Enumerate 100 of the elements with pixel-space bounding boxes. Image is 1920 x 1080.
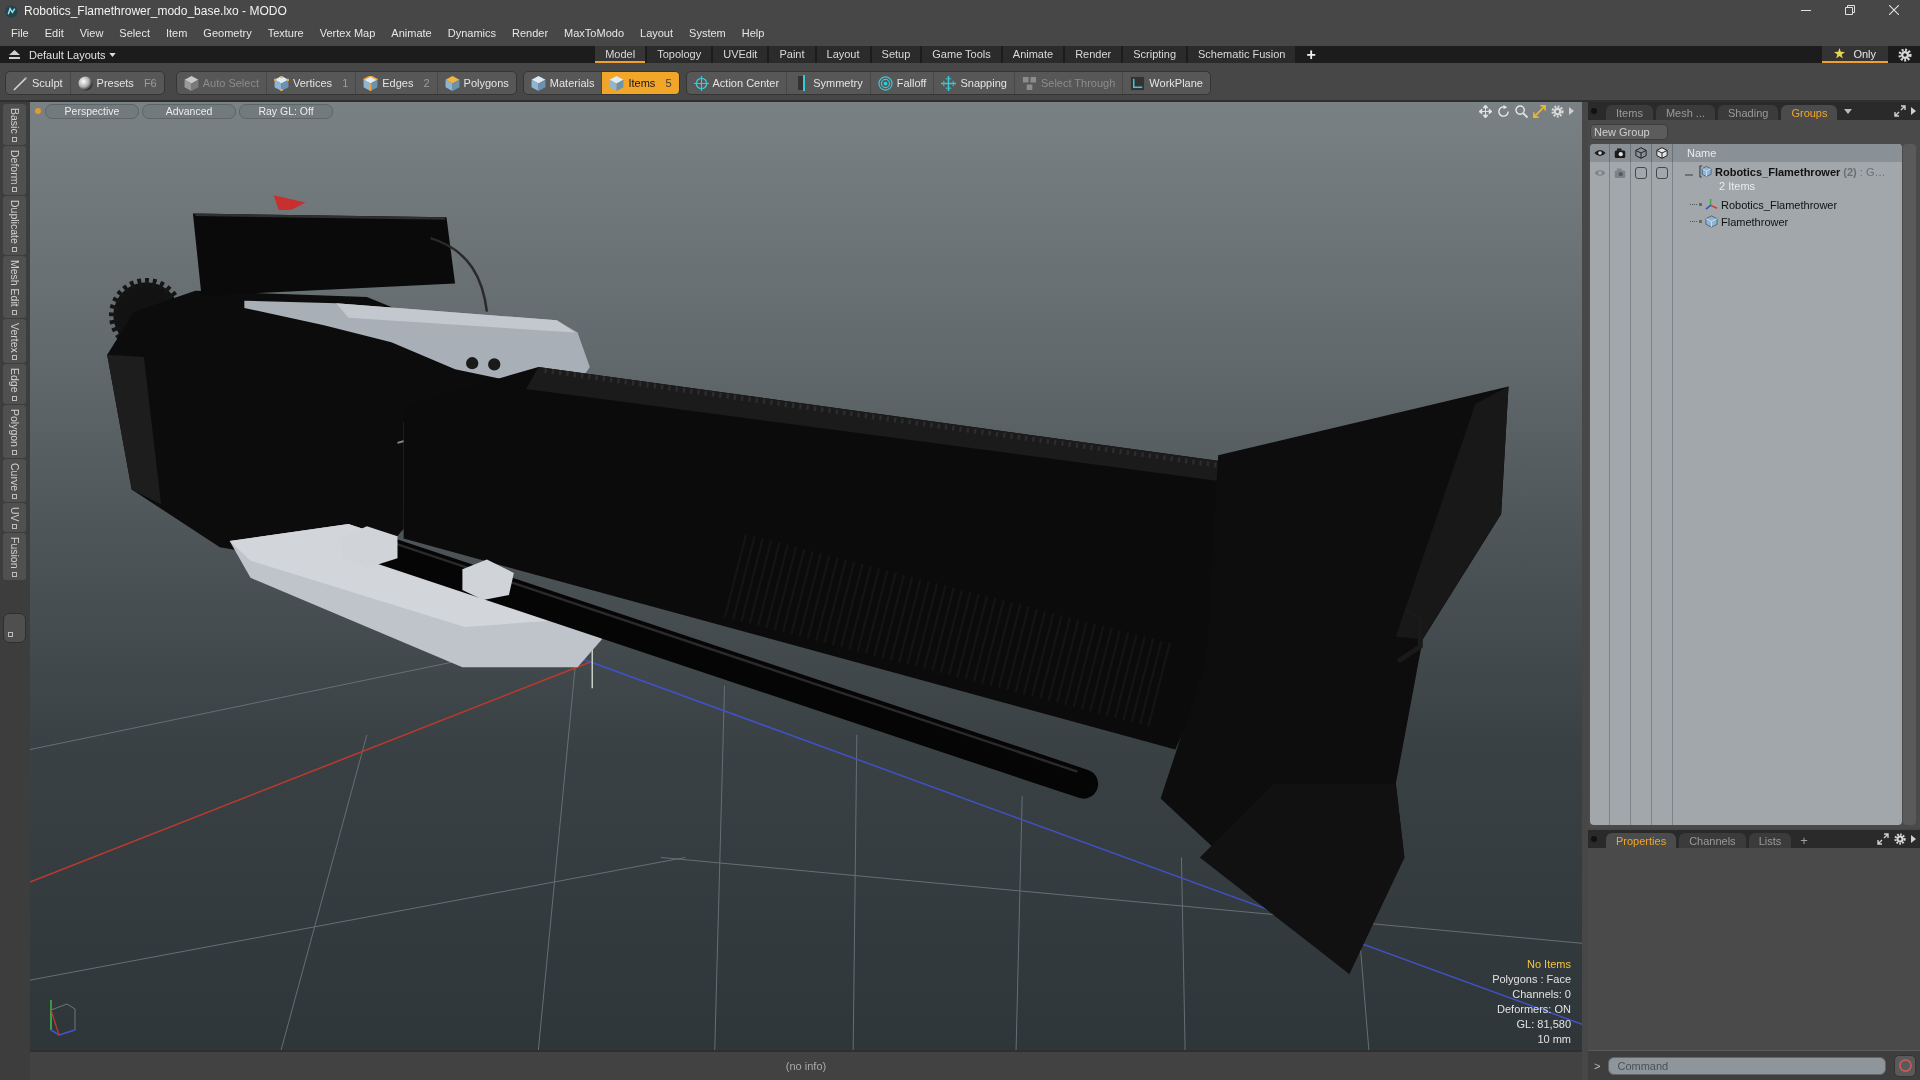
record-button[interactable] (1894, 1054, 1916, 1077)
layout-tab[interactable]: Model (595, 46, 646, 63)
side-panel-button[interactable] (3, 613, 26, 643)
rotate-icon[interactable] (1497, 104, 1510, 118)
menu-item[interactable]: Edit (36, 27, 72, 39)
close-icon (1889, 5, 1899, 15)
side-tab[interactable]: Curve (3, 458, 26, 502)
status-dot-icon (35, 108, 41, 114)
side-tab[interactable]: Vertex (3, 318, 26, 364)
toolbar-button[interactable]: Materials (523, 72, 602, 94)
menu-item[interactable]: Geometry (195, 27, 260, 39)
menu-item[interactable]: System (681, 27, 734, 39)
layout-tab[interactable]: Game Tools (922, 46, 1001, 63)
menu-item[interactable]: Dynamics (439, 27, 504, 39)
side-tab[interactable]: Duplicate (3, 196, 26, 255)
toolbar-button[interactable]: Action Center (686, 72, 787, 94)
item-name[interactable]: Robotics_Flamethrower (1721, 198, 1838, 211)
layout-tab[interactable]: UVEdit (713, 46, 768, 63)
cube-outline-icon[interactable] (1635, 147, 1647, 159)
item-name[interactable]: Flamethrower (1721, 215, 1789, 228)
arrow-up-icon[interactable] (9, 49, 20, 60)
cube-icon (183, 75, 199, 91)
menu-item[interactable]: MaxToModo (556, 27, 632, 39)
side-tab[interactable]: Polygon (3, 404, 26, 458)
menu-item[interactable]: Texture (259, 27, 312, 39)
axis-gizmo-icon (47, 1000, 77, 1036)
layout-tab[interactable]: Topology (647, 46, 712, 63)
expand-icon[interactable] (1877, 833, 1889, 845)
toolbar-button[interactable]: Snapping (933, 72, 1014, 94)
caret-icon[interactable] (1844, 108, 1853, 114)
toolbar-button[interactable]: Vertices 1 (266, 72, 356, 94)
command-field[interactable]: Command (1608, 1056, 1887, 1075)
viewport-info-text: No Items (1526, 957, 1571, 972)
move-icon[interactable] (1479, 104, 1492, 118)
tree-branch-icon (1690, 202, 1702, 207)
menu-item[interactable]: Vertex Map (311, 27, 384, 39)
grid-corner-icon (1130, 75, 1146, 91)
star-icon (1834, 48, 1846, 59)
layout-tab[interactable]: Schematic Fusion (1188, 46, 1296, 63)
panel-tab[interactable]: Items (1606, 105, 1653, 120)
side-tab[interactable]: Fusion (3, 533, 26, 580)
eye-icon[interactable] (1593, 147, 1606, 159)
viewport-option-button[interactable]: Advanced (142, 103, 236, 119)
layout-tab[interactable]: Render (1065, 46, 1122, 63)
toolbar-button[interactable]: Presets F6 (69, 72, 164, 94)
settings-icon[interactable] (1898, 47, 1912, 62)
toolbar-button[interactable]: Sculpt (6, 72, 70, 94)
side-tab[interactable]: Basic (3, 104, 26, 145)
arrow-right-icon[interactable] (1911, 107, 1916, 115)
scrollbar[interactable] (1903, 144, 1916, 825)
panel-tab[interactable]: Properties (1606, 833, 1677, 848)
panel-tab[interactable]: Channels (1679, 833, 1746, 848)
viewport-option-button[interactable]: Ray GL: Off (239, 103, 333, 119)
settings-icon[interactable] (1894, 833, 1906, 845)
menu-item[interactable]: Select (111, 27, 158, 39)
toolbar-button[interactable]: Items 5 (601, 72, 679, 94)
concentric-circles-icon (877, 75, 893, 91)
group-name[interactable]: Robotics_Flamethrower (1715, 165, 1841, 178)
menu-item[interactable]: View (71, 27, 112, 39)
arrow-right-icon[interactable] (1911, 835, 1916, 843)
side-tab[interactable]: Edge (3, 364, 26, 404)
layout-tab[interactable]: Paint (769, 46, 815, 63)
new-group-button[interactable]: New Group (1590, 124, 1668, 140)
panel-tab[interactable]: Mesh ... (1655, 105, 1716, 120)
expand-icon[interactable] (1894, 105, 1906, 117)
toolbar-button[interactable]: Polygons (436, 72, 516, 94)
menu-item[interactable]: Animate (383, 27, 440, 39)
side-tab[interactable]: Mesh Edit (3, 255, 26, 318)
panel-tab[interactable]: Lists (1748, 833, 1792, 848)
menu-item[interactable]: Render (504, 27, 557, 39)
menu-item[interactable]: Help (733, 27, 773, 39)
add-tab-button[interactable]: + (1297, 46, 1325, 63)
toolbar-button[interactable]: WorkPlane (1122, 72, 1210, 94)
layout-tab[interactable]: Layout (816, 46, 870, 63)
layout-dropdown[interactable]: Default Layouts (29, 47, 117, 62)
status-text: (no info) (785, 1060, 827, 1072)
toolbar-button[interactable]: Falloff (869, 72, 934, 94)
layout-tab[interactable]: Scripting (1123, 46, 1187, 63)
menu-item[interactable]: Layout (632, 27, 682, 39)
panel-tab[interactable]: Groups (1781, 105, 1838, 120)
cube-icon[interactable] (1656, 147, 1668, 159)
tree-branch-icon (1690, 219, 1702, 224)
side-tab[interactable]: UV (3, 502, 26, 533)
layout-tab[interactable]: Animate (1002, 46, 1064, 63)
panel-tab[interactable]: Shading (1718, 105, 1779, 120)
menu-item[interactable]: File (3, 27, 37, 39)
viewport-option-button[interactable]: Perspective (45, 103, 139, 119)
side-tab[interactable]: Deform (3, 145, 26, 196)
camera-icon[interactable] (1614, 147, 1626, 159)
menu-item[interactable]: Item (157, 27, 196, 39)
checkbox[interactable] (1635, 167, 1647, 179)
layout-tab[interactable]: Setup (871, 46, 921, 63)
dot-icon (1591, 836, 1597, 842)
group-type: : G… (1859, 165, 1886, 178)
favorites-toggle[interactable]: Only (1822, 46, 1888, 63)
toolbar-button[interactable]: Edges 2 (355, 72, 437, 94)
zoom-icon[interactable] (1515, 104, 1528, 118)
checkbox[interactable] (1656, 167, 1668, 179)
add-tab-button[interactable]: + (1794, 832, 1814, 848)
toolbar-button[interactable]: Symmetry (786, 72, 870, 94)
